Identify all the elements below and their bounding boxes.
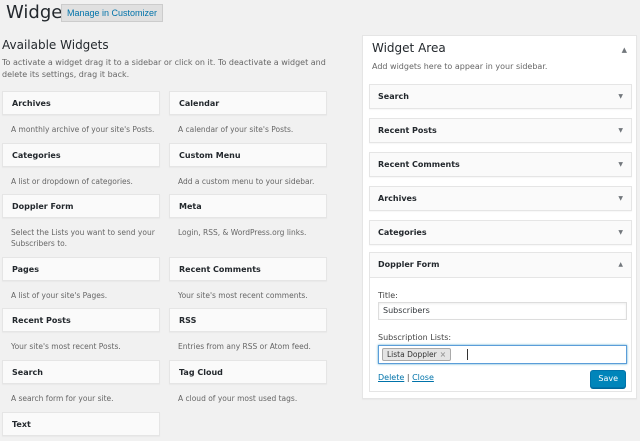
doppler-form-header[interactable]: Doppler Form ▲	[370, 253, 631, 278]
widget-custom-menu[interactable]: Custom Menu	[169, 143, 327, 167]
area-widget-search[interactable]: Search ▼	[369, 84, 632, 109]
title-field-label: Title:	[378, 291, 398, 300]
collapse-arrow-icon[interactable]: ▲	[618, 253, 623, 277]
delete-link[interactable]: Delete	[378, 373, 404, 382]
widget-meta[interactable]: Meta	[169, 194, 327, 218]
widget-doppler-form-desc: Select the Lists you want to send your S…	[11, 228, 155, 248]
widget-recent-comments[interactable]: Recent Comments	[169, 257, 327, 281]
widget-tag-cloud-desc: A cloud of your most used tags.	[178, 394, 298, 403]
list-tag-label: Lista Doppler	[387, 350, 437, 359]
area-widget-label: Recent Comments	[378, 160, 460, 169]
area-widget-label: Categories	[378, 228, 427, 237]
widget-categories-desc: A list or dropdown of categories.	[11, 177, 133, 186]
widget-custom-menu-desc: Add a custom menu to your sidebar.	[178, 177, 315, 186]
save-button[interactable]: Save	[590, 370, 626, 388]
expand-arrow-icon[interactable]: ▼	[618, 119, 623, 143]
widget-recent-posts-desc: Your site's most recent Posts.	[11, 342, 121, 351]
widget-area-title: Widget Area	[372, 41, 446, 55]
area-widget-categories[interactable]: Categories ▼	[369, 220, 632, 245]
expand-arrow-icon[interactable]: ▼	[618, 187, 623, 211]
remove-tag-icon[interactable]: ×	[440, 350, 446, 359]
area-widget-label: Recent Posts	[378, 126, 437, 135]
available-widgets-title: Available Widgets	[2, 38, 109, 52]
area-widget-label: Archives	[378, 194, 417, 203]
widget-pages-desc: A list of your site's Pages.	[11, 291, 108, 300]
doppler-form-label: Doppler Form	[378, 260, 440, 269]
expand-arrow-icon[interactable]: ▼	[618, 85, 623, 109]
expand-arrow-icon[interactable]: ▼	[618, 221, 623, 245]
widget-rss[interactable]: RSS	[169, 308, 327, 332]
widget-control-links: Delete | Close	[378, 373, 434, 382]
widget-pages[interactable]: Pages	[2, 257, 160, 281]
widget-recent-comments-desc: Your site's most recent comments.	[178, 291, 308, 300]
widget-area-panel: Widget Area ▲ Add widgets here to appear…	[362, 35, 637, 399]
text-cursor	[467, 349, 468, 360]
widget-rss-desc: Entries from any RSS or Atom feed.	[178, 342, 311, 351]
available-widgets-description: To activate a widget drag it to a sideba…	[2, 58, 326, 79]
area-widget-doppler-form: Doppler Form ▲ Title: Subscribers Subscr…	[369, 252, 632, 392]
widget-search[interactable]: Search	[2, 360, 160, 384]
subscription-lists-select[interactable]: Lista Doppler ×	[378, 345, 627, 364]
list-tag-chip: Lista Doppler ×	[382, 348, 452, 361]
title-input[interactable]: Subscribers	[378, 302, 627, 320]
widget-area-description: Add widgets here to appear in your sideb…	[372, 62, 548, 71]
widget-tag-cloud[interactable]: Tag Cloud	[169, 360, 327, 384]
subscription-lists-label: Subscription Lists:	[378, 333, 452, 342]
widget-search-desc: A search form for your site.	[11, 394, 114, 403]
widget-text[interactable]: Text	[2, 412, 160, 436]
widget-recent-posts[interactable]: Recent Posts	[2, 308, 160, 332]
area-widget-recent-comments[interactable]: Recent Comments ▼	[369, 152, 632, 177]
widget-archives[interactable]: Archives	[2, 91, 160, 115]
area-widget-recent-posts[interactable]: Recent Posts ▼	[369, 118, 632, 143]
manage-in-customizer-button[interactable]: Manage in Customizer	[61, 4, 164, 22]
close-link[interactable]: Close	[412, 373, 434, 382]
link-separator: |	[406, 373, 410, 382]
area-widget-label: Search	[378, 92, 409, 101]
widget-archives-desc: A monthly archive of your site's Posts.	[11, 125, 155, 134]
widget-categories[interactable]: Categories	[2, 143, 160, 167]
widget-doppler-form[interactable]: Doppler Form	[2, 194, 160, 218]
widget-meta-desc: Login, RSS, & WordPress.org links.	[178, 228, 307, 237]
expand-arrow-icon[interactable]: ▼	[618, 153, 623, 177]
collapse-toggle-icon[interactable]: ▲	[622, 46, 627, 54]
widget-calendar-desc: A calendar of your site's Posts.	[178, 125, 294, 134]
widget-calendar[interactable]: Calendar	[169, 91, 327, 115]
area-widget-archives[interactable]: Archives ▼	[369, 186, 632, 211]
